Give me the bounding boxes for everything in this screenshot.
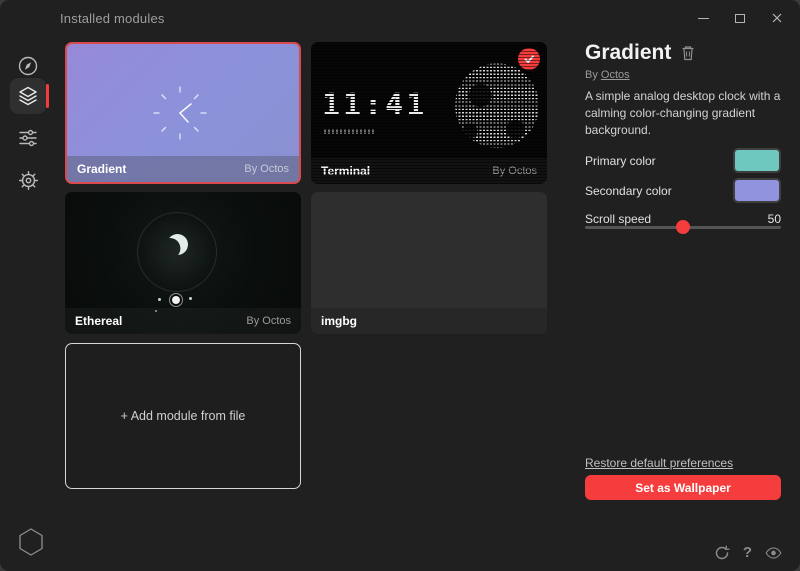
check-icon — [523, 53, 535, 65]
help-icon: ? — [743, 544, 752, 561]
titlebar[interactable]: Installed modules — [0, 0, 800, 36]
star-dot — [189, 297, 192, 300]
secondary-color-label: Secondary color — [585, 184, 672, 198]
module-title: Gradient — [585, 41, 671, 65]
trash-icon[interactable] — [681, 45, 695, 61]
minimize-button[interactable] — [685, 3, 721, 33]
module-byline: By Octos — [585, 69, 630, 81]
module-card-ethereal[interactable]: Ethereal By Octos — [65, 192, 301, 334]
module-name: Gradient — [77, 162, 126, 176]
gear-icon — [17, 169, 40, 192]
module-author: By Octos — [246, 315, 291, 327]
close-button[interactable] — [759, 3, 795, 33]
hexagon-logo-icon — [17, 527, 45, 557]
minimize-icon — [698, 18, 709, 19]
module-name: Ethereal — [75, 314, 122, 328]
active-wallpaper-badge — [518, 48, 540, 70]
star-dot — [158, 298, 161, 301]
sidebar-item-settings[interactable] — [10, 162, 46, 198]
card-label-bar: Gradient By Octos — [67, 156, 299, 182]
close-icon — [771, 12, 783, 24]
add-module-card[interactable]: + Add module from file — [65, 343, 301, 489]
maximize-icon — [735, 14, 745, 23]
add-module-label: + Add module from file — [121, 409, 246, 423]
sidebar-active-indicator — [46, 84, 49, 108]
planet-dot — [172, 296, 180, 304]
restore-defaults-link[interactable]: Restore default preferences — [585, 456, 733, 470]
refresh-icon — [714, 545, 730, 561]
secondary-color-swatch[interactable] — [733, 178, 781, 203]
preview-button[interactable] — [765, 544, 782, 561]
card-label-bar: Terminal By Octos — [311, 158, 547, 184]
primary-color-label: Primary color — [585, 154, 656, 168]
compass-icon — [16, 54, 40, 78]
module-card-gradient[interactable]: Gradient By Octos — [65, 42, 301, 184]
set-wallpaper-button[interactable]: Set as Wallpaper — [585, 475, 781, 500]
author-link[interactable]: Octos — [601, 69, 630, 81]
card-label-bar: imgbg — [311, 308, 547, 334]
app-logo — [17, 527, 45, 562]
scroll-speed-slider[interactable] — [585, 219, 781, 235]
app-window: Installed modules — [0, 0, 800, 571]
sidebar-item-installed-modules[interactable] — [10, 78, 46, 114]
module-description: A simple analog desktop clock with a cal… — [585, 88, 781, 139]
terminal-clock-preview: 11:41 — [322, 88, 442, 123]
primary-color-swatch[interactable] — [733, 148, 781, 173]
help-button[interactable]: ? — [739, 544, 756, 561]
module-card-imgbg[interactable]: imgbg — [311, 192, 547, 334]
layers-icon — [16, 84, 40, 108]
window-title: Installed modules — [60, 11, 165, 26]
refresh-button[interactable] — [713, 544, 730, 561]
sliders-icon — [16, 126, 40, 150]
terminal-date-caption — [324, 129, 376, 134]
maximize-button[interactable] — [722, 3, 758, 33]
module-author: By Octos — [244, 163, 289, 175]
ascii-globe-preview — [455, 63, 539, 148]
module-name: Terminal — [321, 164, 370, 178]
module-details-panel: Gradient By Octos A simple analog deskto… — [585, 36, 781, 535]
eye-icon — [765, 546, 782, 560]
sidebar — [0, 36, 56, 531]
module-author: By Octos — [492, 165, 537, 177]
slider-thumb[interactable] — [676, 220, 690, 234]
module-card-terminal[interactable]: 11:41 Terminal By Octos — [311, 42, 547, 184]
module-name: imgbg — [321, 314, 357, 328]
footer-toolbar: ? — [713, 544, 782, 561]
analog-clock-preview — [151, 84, 209, 142]
card-label-bar: Ethereal By Octos — [65, 308, 301, 334]
sidebar-item-preferences[interactable] — [10, 120, 46, 156]
